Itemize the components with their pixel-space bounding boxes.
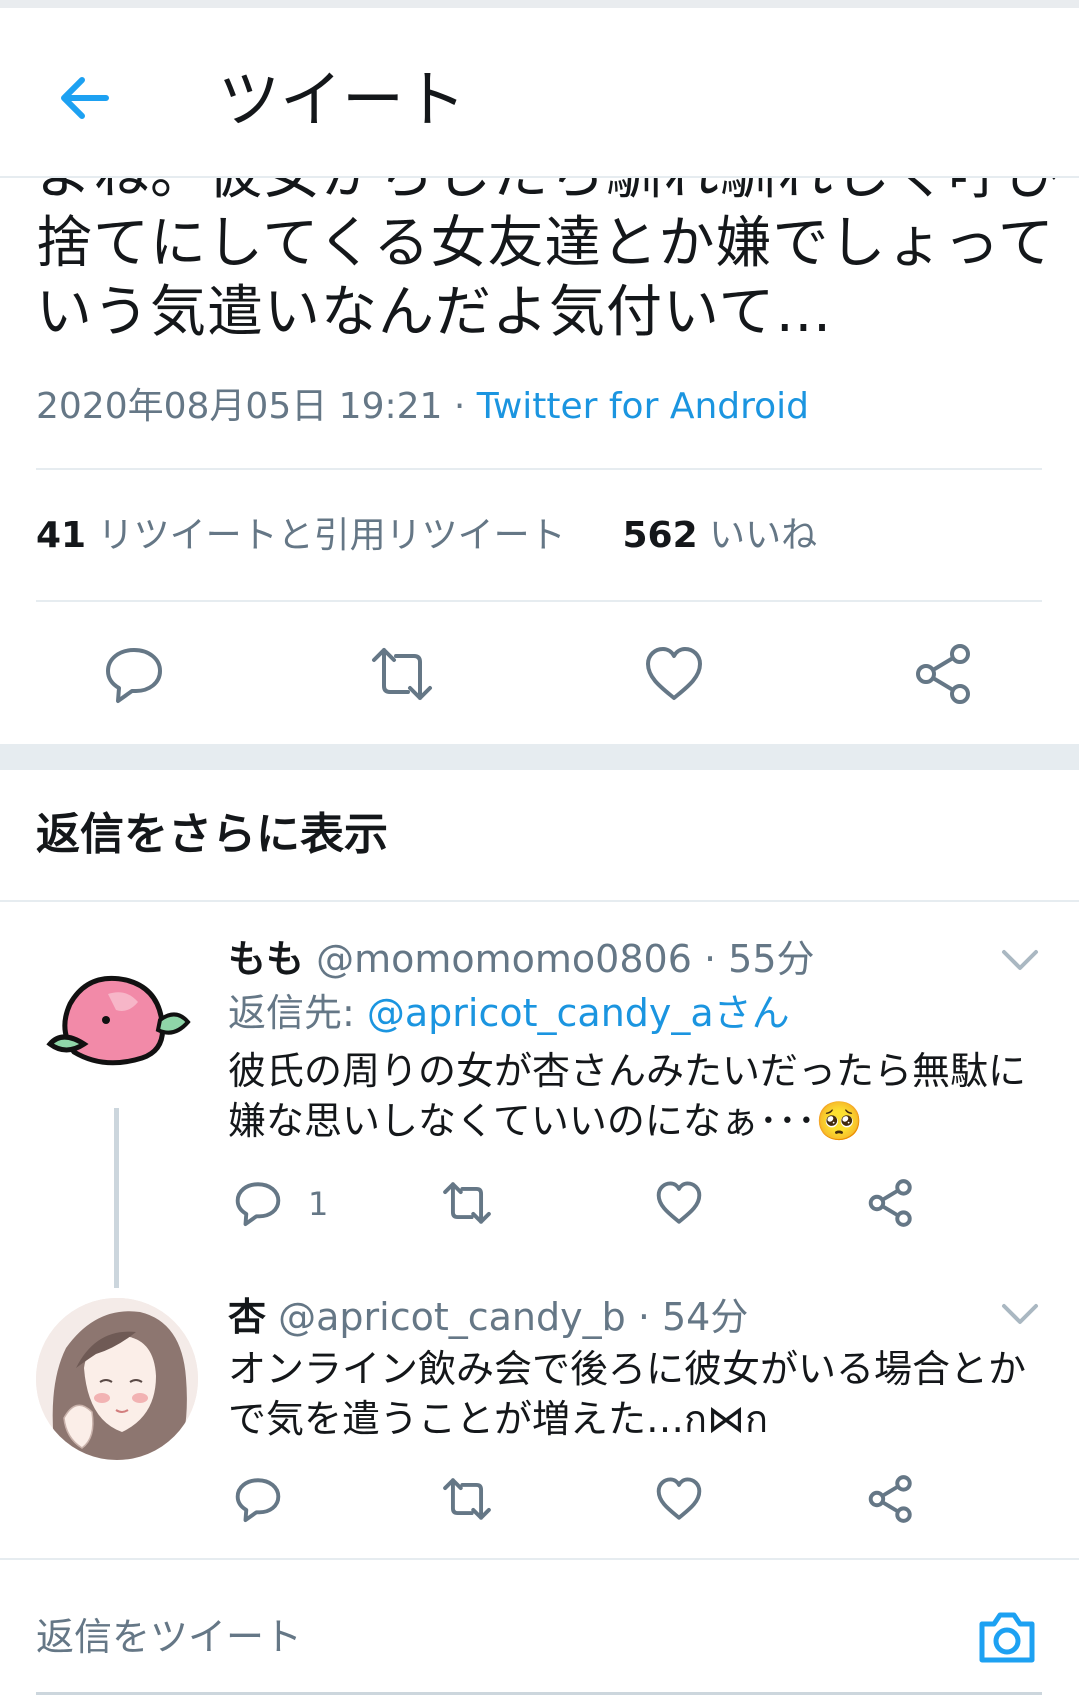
divider (0, 1558, 1079, 1560)
page-title: ツイート (218, 63, 467, 136)
reply-text-line: オンライン飲み会で後ろに彼女がいる場合とか (228, 1347, 1027, 1391)
reply-button[interactable] (102, 642, 166, 706)
like-button[interactable] (654, 1178, 704, 1228)
reply-text-line: で気を遣うことが増えた…ก⋈ก (228, 1397, 769, 1441)
chevron-down-icon[interactable] (1000, 946, 1040, 974)
camera-button[interactable] (976, 1606, 1038, 1668)
tweet-text-line: いう気遣いなんだよ気付いて… (36, 280, 833, 345)
thread-line (114, 1108, 119, 1288)
peach-avatar-icon (46, 975, 191, 1066)
meta-separator: · (442, 386, 477, 427)
reply-icon (235, 1478, 281, 1523)
reply-author-name[interactable]: もも (228, 937, 304, 981)
like-label: いいね (709, 515, 818, 556)
reply-text: オンライン飲み会で後ろに彼女がいる場合とか で気を遣うことが増えた…ก⋈ก (228, 1344, 1026, 1444)
heart-icon (656, 1477, 702, 1520)
retweet-button[interactable] (370, 642, 434, 706)
retweet-count: 41 (36, 515, 87, 556)
reply-author-handle[interactable]: @apricot_candy_b (278, 1295, 626, 1339)
compose-underline (36, 1692, 1042, 1695)
retweet-icon (372, 648, 432, 700)
top-strip (0, 0, 1079, 8)
retweet-icon (443, 1182, 491, 1224)
meta-separator: · (691, 937, 729, 981)
like-button[interactable] (654, 1474, 704, 1524)
divider (36, 468, 1042, 470)
tweet-timestamp[interactable]: 2020年08月05日 19:21 (36, 386, 442, 427)
tweet-stats: 41 リツイートと引用リツイート 562 いいね (36, 512, 817, 560)
reply-to-link[interactable]: @apricot_candy_aさん (367, 991, 790, 1035)
share-icon (916, 644, 970, 704)
avatar[interactable] (44, 960, 194, 1078)
app-header: ツイート (0, 8, 1079, 178)
chevron-down-icon[interactable] (1000, 1300, 1040, 1328)
illustrated-avatar-icon (36, 1298, 198, 1460)
reply-count: 1 (308, 1185, 329, 1223)
retweet-button[interactable] (442, 1178, 492, 1228)
reply-time[interactable]: 55分 (728, 937, 814, 981)
tweet-text-line: 捨てにしてくる女友達とか嫌でしょって (36, 211, 1055, 276)
reply-text-line: 彼氏の周りの女が杏さんみたいだったら無駄に (228, 1049, 1027, 1093)
like-button[interactable] (642, 642, 706, 706)
reply-header: 杏 @apricot_candy_b · 54分 (228, 1292, 748, 1342)
reply-to-prefix: 返信先: (228, 991, 367, 1035)
share-icon (868, 1179, 912, 1227)
tweet-source-link[interactable]: Twitter for Android (477, 386, 809, 427)
heart-icon (656, 1181, 702, 1224)
reply-time[interactable]: 54分 (662, 1295, 748, 1339)
back-button[interactable] (56, 70, 112, 126)
meta-separator: · (625, 1295, 662, 1339)
like-count: 562 (622, 515, 698, 556)
share-button[interactable] (912, 642, 976, 706)
retweet-label: リツイートと引用リツイート (97, 515, 566, 556)
reply-icon (235, 1182, 281, 1227)
arrow-left-icon (61, 77, 109, 119)
heart-icon (646, 647, 702, 700)
reply-text: 彼氏の周りの女が杏さんみたいだったら無駄に 嫌な思いしなくていいのになぁ･･･🥺 (228, 1046, 1026, 1146)
show-more-replies[interactable]: 返信をさらに表示 (36, 805, 388, 865)
retweet-stat[interactable]: 41 リツイートと引用リツイート (36, 515, 566, 556)
tweet-meta: 2020年08月05日 19:21 · Twitter for Android (36, 383, 809, 431)
share-button[interactable] (866, 1474, 916, 1524)
reply-compose-input[interactable]: 返信をツイート (36, 1612, 302, 1662)
camera-icon (979, 1612, 1035, 1663)
like-stat[interactable]: 562 いいね (622, 515, 817, 556)
reply-button[interactable] (233, 1474, 283, 1524)
avatar[interactable] (36, 1298, 198, 1460)
reply-icon (106, 648, 162, 703)
divider (0, 900, 1079, 902)
retweet-button[interactable] (442, 1474, 492, 1524)
reply-header: もも @momomomo0806 · 55分 (228, 934, 815, 984)
reply-button[interactable] (233, 1178, 283, 1228)
reply-author-name[interactable]: 杏 (228, 1295, 266, 1339)
divider (36, 600, 1042, 602)
section-separator (0, 744, 1079, 770)
reply-to-line: 返信先: @apricot_candy_aさん (228, 988, 790, 1038)
share-icon (868, 1475, 912, 1523)
reply-author-handle[interactable]: @momomomo0806 (316, 937, 692, 981)
share-button[interactable] (866, 1178, 916, 1228)
retweet-icon (443, 1478, 491, 1520)
reply-text-line: 嫌な思いしなくていいのになぁ･･･🥺 (228, 1099, 864, 1143)
